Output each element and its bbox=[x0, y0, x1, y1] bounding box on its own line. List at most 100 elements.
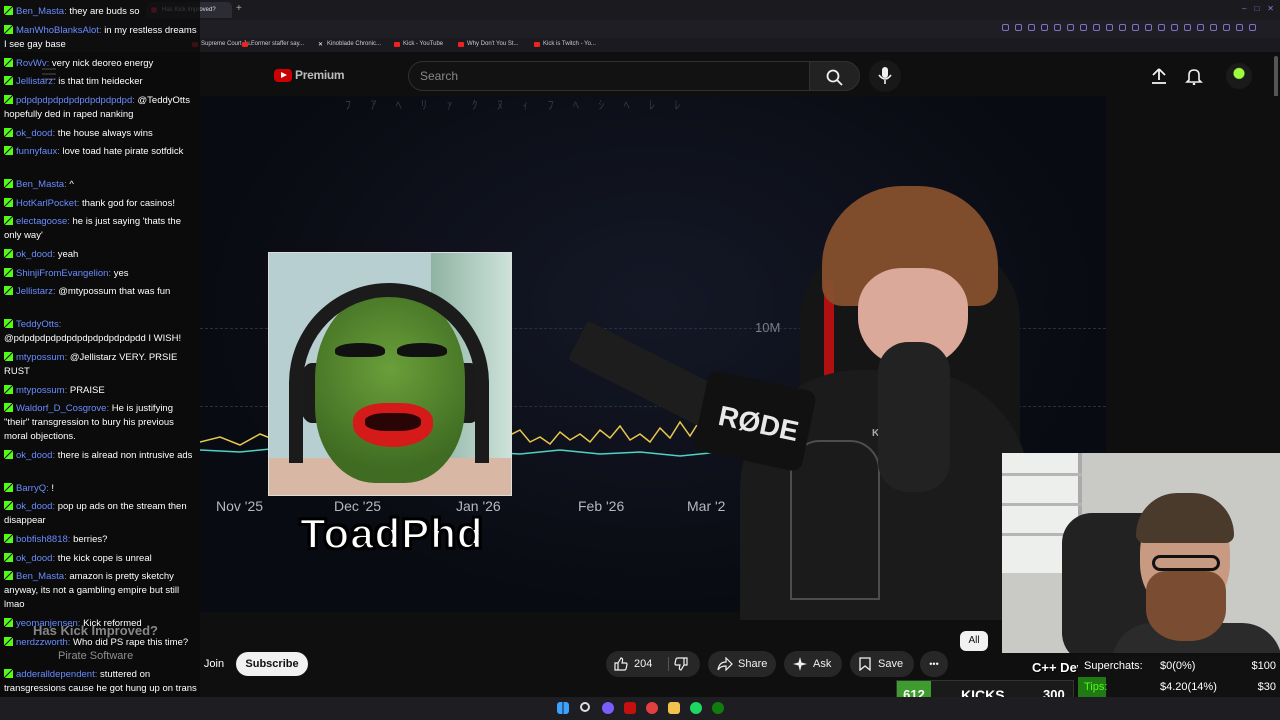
chat-username[interactable]: Ben_Masta bbox=[16, 571, 64, 582]
chat-message: pdpdpdpdpdpdpdpdpdpdpd: @TeddyOtts hopef… bbox=[4, 95, 190, 120]
upload-icon[interactable] bbox=[1150, 67, 1168, 85]
chat-username[interactable]: nerdzzworth bbox=[16, 637, 68, 648]
extension-icon[interactable] bbox=[1119, 24, 1126, 31]
extension-icon[interactable] bbox=[1002, 24, 1009, 31]
account-avatar[interactable] bbox=[1226, 63, 1252, 89]
chrome-icon[interactable] bbox=[646, 702, 658, 714]
extension-icon[interactable] bbox=[1184, 24, 1191, 31]
chat-username[interactable]: Jellistarz bbox=[16, 286, 53, 297]
chat-username[interactable]: ok_dood bbox=[16, 249, 52, 260]
chat-username[interactable]: mtypossum bbox=[16, 385, 65, 396]
chat-text: is that tim heidecker bbox=[58, 76, 143, 87]
extension-icon[interactable] bbox=[1106, 24, 1113, 31]
chat-username[interactable]: adderalldependent bbox=[16, 669, 95, 680]
chat-username[interactable]: ShinjiFromEvangelion bbox=[16, 268, 108, 279]
ask-button[interactable]: Ask bbox=[784, 651, 842, 677]
voice-search-button[interactable] bbox=[869, 60, 901, 92]
chat-username[interactable]: pdpdpdpdpdpdpdpdpdpdpd bbox=[16, 95, 132, 106]
close-icon[interactable]: ✕ bbox=[1267, 4, 1274, 13]
chat-username[interactable]: HotKarlPocket bbox=[16, 198, 77, 209]
spotify-icon[interactable] bbox=[690, 702, 702, 714]
bookmark-item[interactable]: Kick is Twitch - Yo... bbox=[534, 41, 596, 47]
filter-chip-all[interactable]: All bbox=[960, 631, 988, 651]
maximize-icon[interactable]: □ bbox=[1254, 4, 1259, 13]
like-count[interactable]: 204 bbox=[634, 651, 652, 677]
search-button[interactable] bbox=[810, 61, 860, 91]
extension-icon[interactable] bbox=[1015, 24, 1022, 31]
join-button[interactable]: Join bbox=[195, 652, 233, 676]
chat-text: yes bbox=[113, 268, 129, 279]
video-title[interactable]: Has Kick Improved? bbox=[33, 623, 158, 638]
chat-username[interactable]: ManWhoBlanksAlot bbox=[16, 25, 99, 36]
chat-username[interactable]: ok_dood bbox=[16, 553, 52, 564]
chat-username[interactable]: Ben_Masta bbox=[16, 6, 64, 17]
bookmark-item[interactable]: Kick - YouTube bbox=[394, 41, 443, 47]
title-tag: C++ Dev bbox=[1032, 660, 1085, 675]
chat-username[interactable]: Waldorf_D_Cosgrove bbox=[16, 403, 106, 414]
streamer-facecam bbox=[1002, 453, 1280, 653]
chat-username[interactable]: electagoose bbox=[16, 216, 67, 227]
save-button[interactable]: Save bbox=[850, 651, 914, 677]
chat-username[interactable]: ok_dood bbox=[16, 501, 52, 512]
share-button[interactable]: Share bbox=[708, 651, 776, 677]
chat-username[interactable]: funnyfaux bbox=[16, 146, 57, 157]
chat-message: ok_dood: yeah bbox=[4, 248, 198, 262]
minimize-icon[interactable]: – bbox=[1242, 4, 1246, 13]
windows-taskbar bbox=[0, 697, 1280, 720]
bell-icon[interactable] bbox=[1185, 67, 1203, 85]
folder-icon[interactable] bbox=[668, 702, 680, 714]
chart-y-tick: 10M bbox=[755, 320, 781, 335]
extension-icon[interactable] bbox=[1028, 24, 1035, 31]
chat-username[interactable]: bobfish8818 bbox=[16, 534, 68, 545]
extension-icon[interactable] bbox=[1171, 24, 1178, 31]
youtube-logo[interactable]: Premium bbox=[274, 68, 345, 82]
bookmark-item[interactable]: Kinoblade Chronic... bbox=[318, 41, 381, 47]
beanie bbox=[1136, 493, 1234, 543]
kick-badge-icon bbox=[4, 58, 13, 67]
chat-username[interactable]: mtypossum bbox=[16, 352, 65, 363]
chat-message: Waldorf_D_Cosgrove: He is justifying "th… bbox=[4, 403, 174, 442]
chat-username[interactable]: ok_dood bbox=[16, 128, 52, 139]
extension-icon[interactable] bbox=[1223, 24, 1230, 31]
chat-username[interactable]: BarryQ bbox=[16, 483, 46, 494]
search-icon[interactable] bbox=[580, 702, 590, 712]
extension-icon[interactable] bbox=[1080, 24, 1087, 31]
chat-username[interactable]: Jellistarz bbox=[16, 76, 53, 87]
xbox-icon[interactable] bbox=[712, 702, 724, 714]
windows-icon[interactable] bbox=[557, 702, 569, 714]
chat-username[interactable]: TeddyOtts bbox=[16, 319, 59, 330]
extension-icon[interactable] bbox=[1197, 24, 1204, 31]
search-input[interactable]: Search bbox=[408, 61, 810, 91]
extension-icon[interactable] bbox=[1236, 24, 1243, 31]
more-actions-button[interactable]: ••• bbox=[920, 651, 948, 677]
chat-username[interactable]: Ben_Masta bbox=[16, 179, 64, 190]
extension-icon[interactable] bbox=[1158, 24, 1165, 31]
dislike-icon[interactable] bbox=[674, 657, 688, 671]
extension-icon[interactable] bbox=[1093, 24, 1100, 31]
chat-text: love toad hate pirate sotfdick bbox=[62, 146, 184, 157]
stat-goal: $30 bbox=[1257, 681, 1276, 693]
extension-icon[interactable] bbox=[1067, 24, 1074, 31]
extension-icon[interactable] bbox=[1145, 24, 1152, 31]
channel-name[interactable]: Pirate Software bbox=[58, 650, 133, 662]
chat-message: TeddyOtts: @pdpdpdpdpdpdpdpdpdpdpdpdd I … bbox=[4, 319, 182, 344]
chat-username[interactable]: ok_dood bbox=[16, 450, 52, 461]
discord-icon[interactable] bbox=[602, 702, 614, 714]
browser-icon[interactable] bbox=[624, 702, 636, 714]
chat-message: ok_dood: the house always wins bbox=[4, 127, 198, 141]
extension-icon[interactable] bbox=[1249, 24, 1256, 31]
bookmark-item[interactable]: Former staffer say... bbox=[242, 41, 304, 47]
chat-message: ShinjiFromEvangelion: yes bbox=[4, 267, 198, 281]
stat-value: $4.20(14%) bbox=[1160, 681, 1217, 693]
extension-icon[interactable] bbox=[1210, 24, 1217, 31]
extension-icon[interactable] bbox=[1041, 24, 1048, 31]
eyebrow bbox=[397, 343, 447, 357]
extension-icon[interactable] bbox=[1132, 24, 1139, 31]
chat-username[interactable]: RovWv bbox=[16, 58, 47, 69]
subscribe-button[interactable]: Subscribe bbox=[236, 652, 308, 676]
like-icon[interactable] bbox=[614, 657, 628, 671]
extension-icon[interactable] bbox=[1054, 24, 1061, 31]
kick-badge-icon bbox=[4, 403, 13, 412]
new-tab-button[interactable]: + bbox=[236, 3, 242, 14]
bookmark-item[interactable]: Why Don't You St... bbox=[458, 41, 519, 47]
